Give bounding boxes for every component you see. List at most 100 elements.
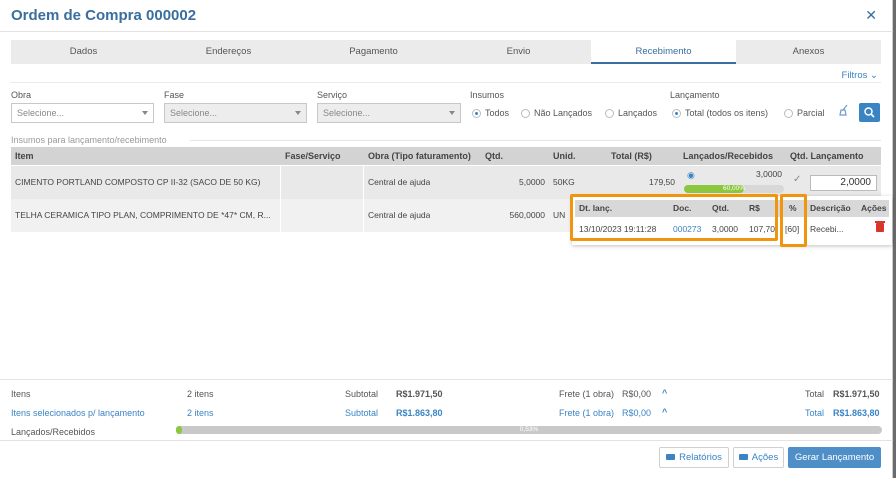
fase-select-value: Selecione... xyxy=(170,108,218,118)
radio-unchecked-icon xyxy=(784,108,793,118)
trash-icon[interactable] xyxy=(875,221,885,232)
radio-label: Não Lançados xyxy=(534,108,593,118)
close-icon[interactable]: ✕ xyxy=(865,7,877,24)
radio-label: Total (todos os itens) xyxy=(685,108,769,118)
chevron-down-icon xyxy=(449,111,455,115)
item-obra: Central de ajuda xyxy=(368,210,431,220)
chevron-up-icon[interactable]: ^ xyxy=(662,407,667,417)
eye-icon[interactable]: ◉ xyxy=(687,170,695,181)
lancados-progress-bar: 60,00% xyxy=(684,185,784,193)
insumos-nao-lancados-radio[interactable]: Não Lançados xyxy=(521,108,592,118)
total-label: Total xyxy=(805,389,825,399)
search-button[interactable] xyxy=(859,103,880,122)
filters-divider xyxy=(11,82,881,83)
insumos-todos-radio[interactable]: Todos xyxy=(472,108,509,118)
filters-toggle-label: Filtros xyxy=(841,70,868,81)
selecionados-label: Itens selecionados p/ lançamento xyxy=(11,408,145,418)
item-qtd: 560,0000 xyxy=(509,210,545,220)
check-icon[interactable]: ✓ xyxy=(793,174,801,185)
item-obra: Central de ajuda xyxy=(368,177,431,187)
section-divider xyxy=(190,140,881,141)
obra-label: Obra xyxy=(11,90,32,100)
chevron-down-icon xyxy=(295,111,301,115)
col-fase-servico: Fase/Serviço xyxy=(285,151,341,161)
clear-filters-icon[interactable] xyxy=(838,104,852,120)
header-divider xyxy=(0,31,893,32)
frete-label: Frete (1 obra) xyxy=(559,389,615,399)
lancamento-total-radio[interactable]: Total (todos os itens) xyxy=(672,108,768,118)
tab-enderecos[interactable]: Endereços xyxy=(156,40,301,64)
lancamento-label: Lançamento xyxy=(670,90,720,100)
frete-value: R$0,00 xyxy=(622,389,652,399)
radio-unchecked-icon xyxy=(521,108,530,118)
col-descricao: Descrição xyxy=(810,203,851,213)
modal-title: Ordem de Compra 000002 xyxy=(11,7,197,24)
section-title: Insumos para lançamento/recebimento xyxy=(11,135,167,145)
total-value: R$1.863,80 xyxy=(833,408,880,418)
footer-divider xyxy=(0,379,893,380)
report-icon xyxy=(666,454,676,461)
col-item: Item xyxy=(15,151,34,161)
chevron-up-icon[interactable]: ^ xyxy=(662,388,667,398)
radio-checked-icon xyxy=(672,108,681,118)
lancamento-parcial-radio[interactable]: Parcial xyxy=(784,108,825,118)
column-divider xyxy=(280,166,281,199)
tab-dados[interactable]: Dados xyxy=(11,40,156,64)
column-divider xyxy=(363,199,364,232)
chevron-down-icon: ⌄ xyxy=(870,70,878,81)
tab-recebimento[interactable]: Recebimento xyxy=(591,40,736,64)
fase-select[interactable]: Selecione... xyxy=(164,103,307,123)
frete-value: R$0,00 xyxy=(622,408,652,418)
insumos-label: Insumos xyxy=(470,90,505,100)
radio-label: Parcial xyxy=(797,108,825,118)
chevron-down-icon xyxy=(142,111,148,115)
search-icon xyxy=(864,107,875,118)
insumos-lancados-radio[interactable]: Lançados xyxy=(605,108,657,118)
column-divider xyxy=(280,199,281,232)
tab-pagamento[interactable]: Pagamento xyxy=(301,40,446,64)
subtotal-label: Subtotal xyxy=(345,408,379,418)
servico-label: Serviço xyxy=(317,90,348,100)
item-unid: UN xyxy=(553,210,566,220)
gerar-lancamento-button[interactable]: Gerar Lançamento xyxy=(788,447,881,468)
subtotal-value: R$1.971,50 xyxy=(396,389,443,399)
lancados-label: Lançados/Recebidos xyxy=(11,427,96,437)
items-table-header: Item Fase/Serviço Obra (Tipo faturamento… xyxy=(11,147,881,165)
footer-divider xyxy=(0,440,893,441)
progress-label: 60,00% xyxy=(722,185,746,192)
tab-anexos[interactable]: Anexos xyxy=(736,40,881,64)
total-value: R$1.971,50 xyxy=(833,389,880,399)
filters-toggle[interactable]: Filtros ⌄ xyxy=(842,70,878,81)
purchase-order-modal: Ordem de Compra 000002 ✕ Dados Endereços… xyxy=(0,0,893,478)
item-qtd: 5,0000 xyxy=(519,177,545,187)
progress-label: 0,53% xyxy=(519,426,539,433)
col-qtd: Qtd. xyxy=(485,151,503,161)
item-name: CIMENTO PORTLAND COMPOSTO CP II-32 (SACO… xyxy=(15,177,261,187)
itens-count: 2 itens xyxy=(187,389,214,399)
radio-label: Todos xyxy=(485,108,510,118)
launch-descricao: Recebi... xyxy=(810,224,844,234)
itens-label: Itens xyxy=(11,389,31,399)
col-qtd-lancamento: Qtd. Lançamento xyxy=(790,151,864,161)
frete-label: Frete (1 obra) xyxy=(559,408,615,418)
servico-select[interactable]: Selecione... xyxy=(317,103,461,123)
actions-icon xyxy=(738,454,748,461)
item-name: TELHA CERAMICA TIPO PLAN, COMPRIMENTO DE… xyxy=(15,210,271,220)
subtotal-value: R$1.863,80 xyxy=(396,408,443,418)
highlight-box xyxy=(570,194,778,241)
col-total: Total (R$) xyxy=(611,151,652,161)
tab-envio[interactable]: Envio xyxy=(446,40,591,64)
col-obra: Obra (Tipo faturamento) xyxy=(368,151,471,161)
radio-checked-icon xyxy=(472,108,481,118)
highlight-box xyxy=(780,194,807,247)
acoes-label: Ações xyxy=(751,452,779,463)
lancados-total-progress-bar: 0,53% xyxy=(176,426,882,434)
qtd-lancamento-input[interactable]: 2,0000 xyxy=(810,175,877,191)
relatorios-label: Relatórios xyxy=(679,452,722,463)
acoes-button[interactable]: Ações xyxy=(733,447,784,468)
col-lancados: Lançados/Recebidos xyxy=(683,151,774,161)
relatorios-button[interactable]: Relatórios xyxy=(659,447,729,468)
tab-bar: Dados Endereços Pagamento Envio Recebime… xyxy=(11,40,881,64)
obra-select-value: Selecione... xyxy=(17,108,65,118)
obra-select[interactable]: Selecione... xyxy=(11,103,154,123)
